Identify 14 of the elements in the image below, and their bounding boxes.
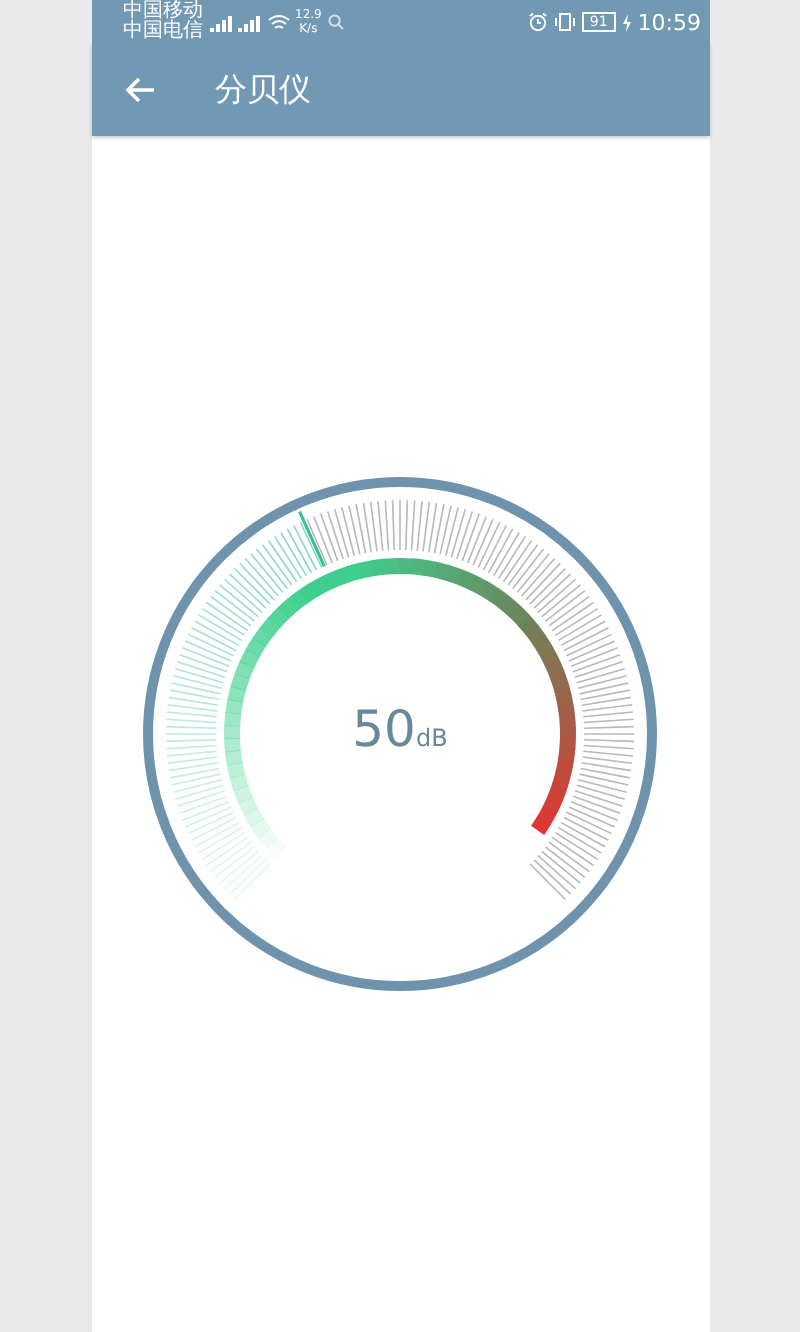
wifi-icon bbox=[267, 13, 289, 31]
carrier-name: 中国移动 bbox=[123, 2, 203, 22]
search-icon bbox=[327, 14, 344, 30]
screen-title: 分贝仪 bbox=[215, 69, 311, 111]
signal-icon bbox=[209, 12, 261, 32]
charging-icon bbox=[621, 13, 632, 31]
vibrate-icon bbox=[553, 12, 576, 32]
back-arrow-icon bbox=[123, 76, 155, 104]
carrier-name: 中国电信 bbox=[123, 22, 203, 42]
gauge-needle bbox=[298, 510, 326, 567]
decibel-value: 50 bbox=[352, 700, 416, 758]
decibel-unit: dB bbox=[415, 724, 448, 752]
alarm-icon bbox=[527, 12, 548, 32]
clock: 10:59 bbox=[637, 9, 701, 35]
